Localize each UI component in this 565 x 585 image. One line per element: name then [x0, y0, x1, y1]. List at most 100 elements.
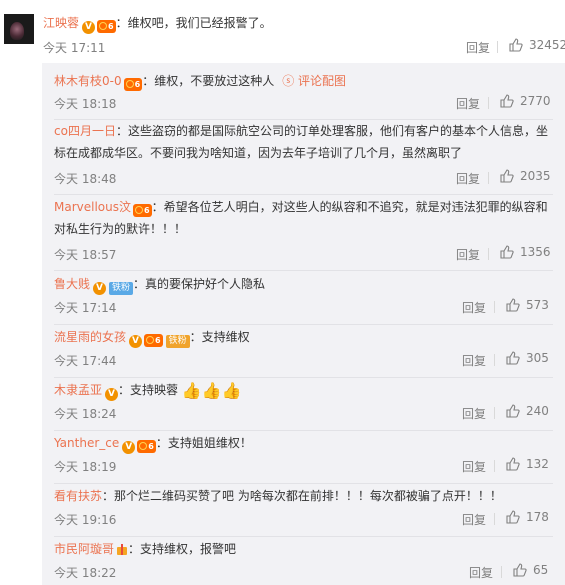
username-link[interactable]: 江映蓉: [43, 16, 79, 30]
like-button[interactable]: 573: [506, 298, 549, 312]
like-count: 132: [526, 457, 549, 471]
gift-icon: [116, 543, 128, 555]
vip-badge-icon: 6: [144, 334, 163, 347]
thumbs-up-icon: [500, 94, 514, 108]
thumbs-up-icon: [500, 169, 514, 183]
colon: ：: [102, 489, 115, 503]
like-count: 65: [533, 563, 549, 577]
reply-time: 今天 19:16: [54, 513, 117, 527]
divider: [494, 354, 495, 366]
reply-button[interactable]: 回复: [469, 564, 493, 581]
avatar[interactable]: [4, 14, 34, 44]
like-count: 2770: [520, 94, 551, 108]
thumbs-up-icon: [506, 351, 520, 365]
divider: [494, 407, 495, 419]
like-button[interactable]: 132: [506, 457, 549, 471]
username-link[interactable]: co四月一日: [54, 124, 116, 138]
username-link[interactable]: 鲁大贱: [54, 277, 90, 291]
colon: ：: [118, 383, 131, 397]
reply-button[interactable]: 回复: [456, 95, 480, 112]
reply-button[interactable]: 回复: [462, 299, 486, 316]
colon: ：: [115, 124, 128, 138]
divider: [54, 270, 553, 271]
reply-text: 支持维权: [201, 330, 250, 344]
fans-badge: 铁粉: [109, 282, 134, 295]
divider: [488, 172, 489, 184]
colon: ：: [115, 16, 128, 30]
reply-text: 这些盗窃的都是国际航空公司的订单处理客服，他们有客户的基本个人信息，坐标在成都成…: [54, 124, 548, 160]
divider: [501, 566, 502, 578]
vip-badge-icon: 6: [133, 204, 152, 217]
thumbs-up-icon: [506, 457, 520, 471]
divider: [494, 301, 495, 313]
main-comment: 江映蓉 V 6 ：维权吧，我们已经报警了。 今天 17:11 回复 32452: [0, 0, 565, 60]
reply-text: 支持映蓉: [130, 383, 179, 397]
thumbs-up-icon: [500, 245, 514, 259]
like-count: 178: [526, 510, 549, 524]
divider: [488, 248, 489, 260]
username-link[interactable]: 林木有枝0-0: [54, 74, 122, 88]
username-link[interactable]: 木隶孟亚: [54, 383, 102, 397]
like-button[interactable]: 32452: [509, 38, 565, 52]
reply-text: 真的要保护好个人隐私: [145, 277, 266, 291]
divider: [494, 460, 495, 472]
reply-button[interactable]: 回复: [456, 246, 480, 263]
reply-button[interactable]: 回复: [462, 458, 486, 475]
reply-button[interactable]: 回复: [456, 170, 480, 187]
verified-icon: V: [122, 441, 136, 454]
divider: [497, 41, 498, 53]
thumbs-up-icon: [506, 404, 520, 418]
colon: ：: [155, 436, 168, 450]
like-button[interactable]: 2035: [500, 169, 551, 183]
vip-badge-icon: 6: [97, 20, 116, 33]
reply-button[interactable]: 回复: [462, 405, 486, 422]
username-link[interactable]: 看有扶苏: [54, 489, 102, 503]
username-link[interactable]: 市民阿璇哥: [54, 542, 114, 556]
like-button[interactable]: 2770: [500, 94, 551, 108]
username-link[interactable]: 流星雨的女孩: [54, 330, 126, 344]
like-button[interactable]: 65: [513, 563, 548, 577]
thumbs-up-icon: [513, 563, 527, 577]
reply-time: 今天 18:48: [54, 172, 117, 186]
thumbs-up-emoji: 👍: [181, 381, 202, 400]
verified-icon: V: [105, 388, 119, 401]
colon: ：: [151, 200, 164, 214]
like-count: 240: [526, 404, 549, 418]
reply-button[interactable]: 回复: [462, 352, 486, 369]
like-count: 2035: [520, 169, 551, 183]
like-button[interactable]: 305: [506, 351, 549, 365]
divider: [54, 536, 553, 537]
reply-button[interactable]: 回复: [466, 39, 490, 56]
reply-time: 今天 18:57: [54, 248, 117, 262]
replies-panel: 林木有枝0-0 6 ：维权，不要放过这种人 ⓢ 评论配图 今天 18:18 回复 27…: [42, 63, 565, 585]
thumbs-up-icon: [506, 510, 520, 524]
reply-text: 支持维权，报警吧: [140, 542, 237, 556]
colon: ：: [142, 74, 155, 88]
username-link[interactable]: Marvellous汶: [54, 200, 131, 214]
reply-button[interactable]: 回复: [462, 511, 486, 528]
reply-time: 今天 18:19: [54, 460, 117, 474]
reply-time: 今天 17:14: [54, 301, 117, 315]
like-count: 305: [526, 351, 549, 365]
reply-text: 那个烂二维码买赞了吧 为啥每次都在前排！！！每次都被骗了点开！！！: [114, 489, 502, 503]
colon: ：: [128, 542, 141, 556]
like-count: 573: [526, 298, 549, 312]
comment-text: 维权吧，我们已经报警了。: [127, 16, 272, 30]
reply-time: 今天 18:18: [54, 97, 117, 111]
thumbs-up-icon: [506, 298, 520, 312]
like-button[interactable]: 240: [506, 404, 549, 418]
like-count: 32452: [529, 38, 565, 52]
like-button[interactable]: 1356: [500, 245, 551, 259]
username-link[interactable]: Yanther_ce: [54, 436, 119, 450]
comment-image-link[interactable]: ⓢ 评论配图: [282, 74, 346, 88]
verified-icon: V: [93, 282, 107, 295]
reply-text: 支持姐姐维权！: [167, 436, 252, 450]
divider: [54, 430, 553, 431]
fans-badge: 铁粉: [165, 335, 190, 348]
reply-time: 今天 17:44: [54, 354, 117, 368]
verified-icon: V: [82, 21, 96, 34]
comment-time: 今天 17:11: [43, 41, 106, 55]
reply-text: 维权，不要放过这种人: [154, 74, 275, 88]
like-button[interactable]: 178: [506, 510, 549, 524]
colon: ：: [133, 277, 146, 291]
